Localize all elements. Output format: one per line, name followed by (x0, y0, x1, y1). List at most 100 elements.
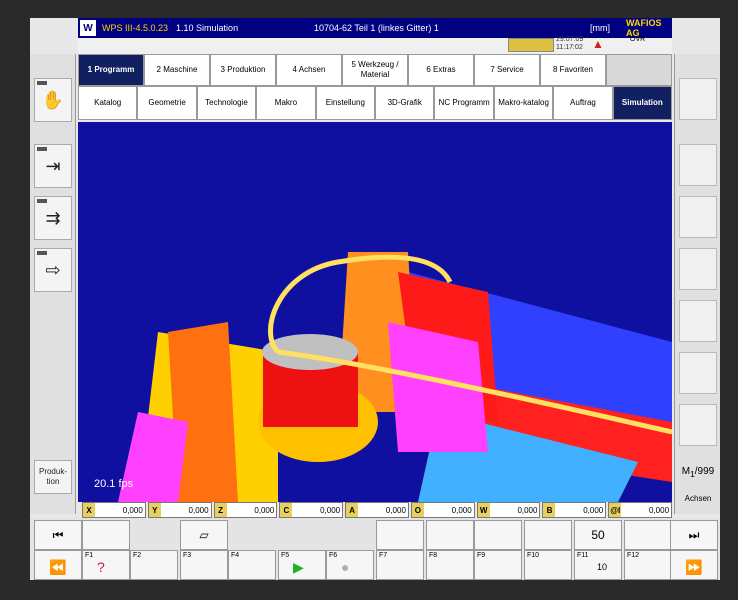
axis-name: X (83, 503, 95, 517)
main-menu-empty[interactable] (606, 54, 672, 86)
sub-menu-nc-programm[interactable]: NC Programm (434, 86, 494, 120)
right-softkey-3[interactable] (679, 196, 717, 238)
f11-key[interactable]: F11 10 (574, 550, 622, 580)
main-menu-achsen[interactable]: 4 Achsen (276, 54, 342, 86)
step-arrow-icon: ⇨ (45, 259, 61, 280)
rewind-button[interactable]: ⏪ (34, 550, 82, 580)
warning-triangle-icon[interactable]: ▲ (592, 37, 606, 51)
f6-key[interactable]: F6 ● (326, 550, 374, 580)
sub-menu-3d-grafik[interactable]: 3D-Grafik (375, 86, 435, 120)
program-label: 10704-62 Teil 1 (linkes Gitter) 1 (314, 23, 439, 33)
right-softkey-1[interactable] (679, 78, 717, 120)
f9-key[interactable]: F9 (474, 550, 522, 580)
axis-name: Z (214, 503, 227, 517)
exit-button[interactable] (624, 520, 672, 550)
wafios-logo: W (80, 20, 96, 36)
f3-key[interactable]: F3 (180, 550, 228, 580)
sub-menu-geometrie[interactable]: Geometrie (137, 86, 197, 120)
skip-forward-button[interactable]: ⏭ (670, 520, 718, 550)
main-menu-programm[interactable]: 1 Programm (78, 54, 144, 86)
hand-mode-button[interactable]: ✋ (34, 78, 72, 122)
time-label: 11:17:02 (556, 44, 583, 51)
achsen-button[interactable]: Achsen (677, 494, 719, 503)
f9-label: F9 (477, 552, 486, 559)
axis-name: W (477, 503, 490, 517)
stop-icon: ● (341, 559, 350, 575)
unit-label: [mm] (590, 23, 610, 33)
sub-menu-simulation[interactable]: Simulation (612, 86, 673, 120)
step-arrow-button[interactable]: ⇨ (34, 248, 72, 292)
produktion-label: Produk-tion (38, 467, 67, 486)
main-menu: 1 Programm 2 Maschine 3 Produktion 4 Ach… (78, 54, 672, 86)
m-counter[interactable]: M1/999 (677, 466, 719, 479)
step-block-button[interactable]: ⇉ (34, 196, 72, 240)
skip-back-button[interactable]: ⏮ (34, 520, 82, 550)
led-indicator (37, 199, 47, 203)
step-into-button[interactable]: ⇥ (34, 144, 72, 188)
axis-z: Z 0,000 (213, 502, 278, 518)
main-menu-extras[interactable]: 6 Extras (408, 54, 474, 86)
f5-key[interactable]: F5 ▶ (278, 550, 326, 580)
main-menu-maschine[interactable]: 2 Maschine (144, 54, 210, 86)
top-softkey-10[interactable] (524, 520, 572, 550)
f8-key[interactable]: F8 (426, 550, 474, 580)
main-menu-werkzeug[interactable]: 5 Werkzeug / Material (342, 54, 408, 86)
main-menu-service[interactable]: 7 Service (474, 54, 540, 86)
led-indicator (37, 81, 47, 85)
date-time: 29.07.09 11:17:02 (556, 36, 583, 52)
sub-menu-einstellung[interactable]: Einstellung (315, 86, 376, 120)
cube-icon: ▱ (199, 528, 209, 542)
right-softkey-5[interactable] (679, 300, 717, 342)
axis-name: A (346, 503, 359, 517)
step-into-icon: ⇥ (45, 155, 61, 176)
main-menu-produktion[interactable]: 3 Produktion (210, 54, 276, 86)
main-menu-favoriten[interactable]: 8 Favoriten (540, 54, 606, 86)
status-row: 29.07.09 11:17:02 ▲ OVR (78, 36, 672, 54)
view-cube-button[interactable]: ▱ (180, 520, 228, 550)
axis-b: B 0,000 (542, 502, 607, 518)
right-softkey-6[interactable] (679, 352, 717, 394)
right-softkey-2[interactable] (679, 144, 717, 186)
f4-label: F4 (231, 552, 240, 559)
m-value: 1 (690, 469, 695, 479)
axis-value: 0,000 (254, 505, 275, 515)
axis-i: @I 0,000 (608, 502, 673, 518)
f6-label: F6 (329, 552, 338, 559)
f12-key[interactable]: F12 (624, 550, 672, 580)
rewind-icon: ⏪ (49, 559, 67, 575)
right-softkey-4[interactable] (679, 248, 717, 290)
speed-50-button[interactable]: 50 (574, 520, 622, 550)
alarm-indicator[interactable] (508, 38, 554, 52)
forward-button[interactable]: ⏩ (670, 550, 718, 580)
f11-label: F11 (577, 552, 589, 559)
f2-key[interactable]: F2 (130, 550, 178, 580)
sub-menu-katalog[interactable]: Katalog (78, 86, 138, 120)
f10-key[interactable]: F10 (524, 550, 572, 580)
f12-label: F12 (627, 552, 640, 559)
help-icon: ? (97, 559, 105, 575)
sub-menu-technologie[interactable]: Technologie (196, 86, 257, 120)
axis-name: B (543, 503, 556, 517)
right-softkey-7[interactable] (679, 404, 717, 446)
f1-label: F1 (85, 552, 94, 559)
function-key-area: ⏮ ▱ 50 ⏭ ⏪ F1? F2 F3 F4 F5 ▶ F6 ● F7 F8 F9… (30, 518, 720, 580)
top-softkey-8[interactable] (426, 520, 474, 550)
produktion-button[interactable]: Produk-tion (34, 460, 72, 494)
sub-menu-auftrag[interactable]: Auftrag (553, 86, 613, 120)
top-softkey-7[interactable] (376, 520, 424, 550)
top-softkey-2[interactable] (82, 520, 130, 550)
f4-key[interactable]: F4 (228, 550, 276, 580)
sub-menu-makro-katalog[interactable]: Makro-katalog (493, 86, 554, 120)
top-softkey-9[interactable] (474, 520, 522, 550)
axis-name: C (280, 503, 293, 517)
simulation-viewport[interactable]: 20.1 fps (78, 122, 672, 502)
f1-key[interactable]: F1? (82, 550, 130, 580)
axis-name: Y (148, 503, 161, 517)
f7-key[interactable]: F7 (376, 550, 424, 580)
skip-back-icon: ⏮ (52, 527, 64, 542)
ovr-indicator[interactable]: OVR (630, 36, 645, 44)
sub-menu-makro[interactable]: Makro (256, 86, 316, 120)
f8-label: F8 (429, 552, 438, 559)
screen-title: 1.10 Simulation (176, 23, 239, 33)
m-max: 999 (697, 466, 715, 477)
